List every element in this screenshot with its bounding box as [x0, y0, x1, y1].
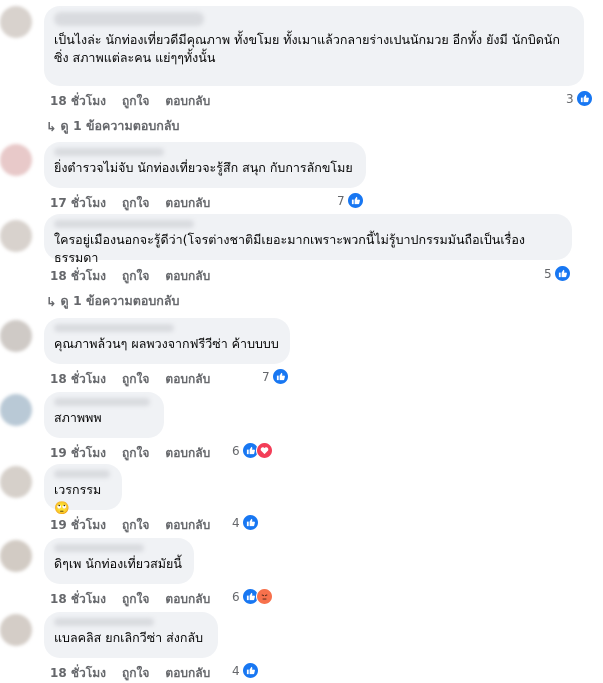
timestamp[interactable]: 19 ชั่วโมง — [50, 444, 106, 463]
comment-bubble: คุณภาพล้วนๆ ผลพวงจากฟรีวีซ่า ค้าบบบบ — [44, 318, 290, 364]
author-name[interactable] — [54, 220, 194, 228]
reaction-count[interactable]: 6 — [232, 588, 273, 605]
heart-icon — [255, 442, 273, 459]
reply-button[interactable]: ตอบกลับ — [165, 92, 210, 111]
reply-button[interactable]: ตอบกลับ — [165, 590, 210, 609]
reaction-count[interactable]: 4 — [232, 662, 259, 679]
like-icon — [241, 514, 259, 531]
author-name[interactable] — [54, 148, 164, 156]
like-button[interactable]: ถูกใจ — [122, 267, 149, 286]
comment-text: ใครอยู่เมืองนอกจะรู้ดีว่า(โจรต่างชาติมีเ… — [54, 232, 525, 265]
like-button[interactable]: ถูกใจ — [122, 590, 149, 609]
like-button[interactable]: ถูกใจ — [122, 516, 149, 535]
avatar[interactable] — [0, 540, 32, 572]
comment-bubble: ยิ่งตำรวจไม่จับ นักท่องเที่ยวจะรู้สึก สน… — [44, 142, 366, 188]
comment-bubble: เป็นไงล่ะ นักท่องเที่ยวดีมีคุณภาพ ทั้งขโ… — [44, 6, 584, 86]
reply-button[interactable]: ตอบกลับ — [165, 370, 210, 389]
comment-bubble: แบลคลิส ยกเลิกวีซ่า ส่งกลับ — [44, 612, 218, 658]
comment-bubble: เวรกรรม 🙄 — [44, 464, 122, 515]
like-button[interactable]: ถูกใจ — [122, 444, 149, 463]
comment-text: คุณภาพล้วนๆ ผลพวงจากฟรีวีซ่า ค้าบบบบ — [54, 336, 279, 351]
comment-bubble: ดิๆเพ นักท่องเที่ยวสมัยนี้ — [44, 538, 194, 584]
comment-text: เป็นไงล่ะ นักท่องเที่ยวดีมีคุณภาพ ทั้งขโ… — [54, 32, 560, 65]
author-name[interactable] — [54, 12, 204, 26]
reply-button[interactable]: ตอบกลับ — [165, 444, 210, 463]
reaction-count[interactable]: 7 — [262, 368, 289, 385]
timestamp[interactable]: 18 ชั่วโมง — [50, 590, 106, 609]
reply-arrow-icon: ↳ — [46, 293, 57, 309]
comment-text: แบลคลิส ยกเลิกวีซ่า ส่งกลับ — [54, 630, 204, 645]
timestamp[interactable]: 18 ชั่วโมง — [50, 370, 106, 389]
like-icon — [575, 90, 593, 107]
author-name[interactable] — [54, 470, 110, 478]
reply-arrow-icon: ↳ — [46, 118, 57, 134]
like-button[interactable]: ถูกใจ — [122, 370, 149, 389]
author-name[interactable] — [54, 544, 144, 552]
reaction-count[interactable]: 4 — [232, 514, 259, 531]
comment-text: ยิ่งตำรวจไม่จับ นักท่องเที่ยวจะรู้สึก สน… — [54, 160, 353, 175]
like-icon — [346, 192, 364, 209]
timestamp[interactable]: 19 ชั่วโมง — [50, 516, 106, 535]
like-button[interactable]: ถูกใจ — [122, 92, 149, 111]
like-icon — [241, 662, 259, 679]
like-button[interactable]: ถูกใจ — [122, 194, 149, 213]
timestamp[interactable]: 18 ชั่วโมง — [50, 267, 106, 286]
reaction-count[interactable]: 7 — [337, 192, 364, 209]
comment-bubble: ใครอยู่เมืองนอกจะรู้ดีว่า(โจรต่างชาติมีเ… — [44, 214, 572, 265]
author-name[interactable] — [54, 398, 150, 406]
comment-text: สภาพพพ — [54, 410, 102, 425]
like-button[interactable]: ถูกใจ — [122, 664, 149, 683]
view-replies-link[interactable]: ↳ ดู 1 ข้อความตอบกลับ — [46, 116, 179, 136]
author-name[interactable] — [54, 324, 174, 332]
reaction-count[interactable]: 3 — [566, 90, 593, 107]
author-name[interactable] — [54, 618, 154, 626]
like-icon — [271, 368, 289, 385]
avatar[interactable] — [0, 466, 32, 498]
timestamp[interactable]: 18 ชั่วโมง — [50, 664, 106, 683]
avatar[interactable] — [0, 220, 32, 252]
timestamp[interactable]: 18 ชั่วโมง — [50, 92, 106, 111]
timestamp[interactable]: 17 ชั่วโมง — [50, 194, 106, 213]
avatar[interactable] — [0, 394, 32, 426]
reaction-count[interactable]: 5 — [544, 265, 571, 282]
like-icon — [553, 265, 571, 282]
reply-button[interactable]: ตอบกลับ — [165, 267, 210, 286]
avatar[interactable] — [0, 320, 32, 352]
reply-button[interactable]: ตอบกลับ — [165, 664, 210, 683]
view-replies-link[interactable]: ↳ ดู 1 ข้อความตอบกลับ — [46, 291, 179, 311]
comment-bubble: สภาพพพ — [44, 392, 164, 438]
angry-face-icon — [255, 588, 273, 605]
avatar[interactable] — [0, 614, 32, 646]
comment-text: ดิๆเพ นักท่องเที่ยวสมัยนี้ — [54, 556, 182, 571]
reply-button[interactable]: ตอบกลับ — [165, 194, 210, 213]
reaction-count[interactable]: 6 — [232, 442, 273, 459]
avatar[interactable] — [0, 144, 32, 176]
reply-button[interactable]: ตอบกลับ — [165, 516, 210, 535]
comment-text: เวรกรรม 🙄 — [54, 482, 106, 515]
avatar[interactable] — [0, 6, 32, 38]
